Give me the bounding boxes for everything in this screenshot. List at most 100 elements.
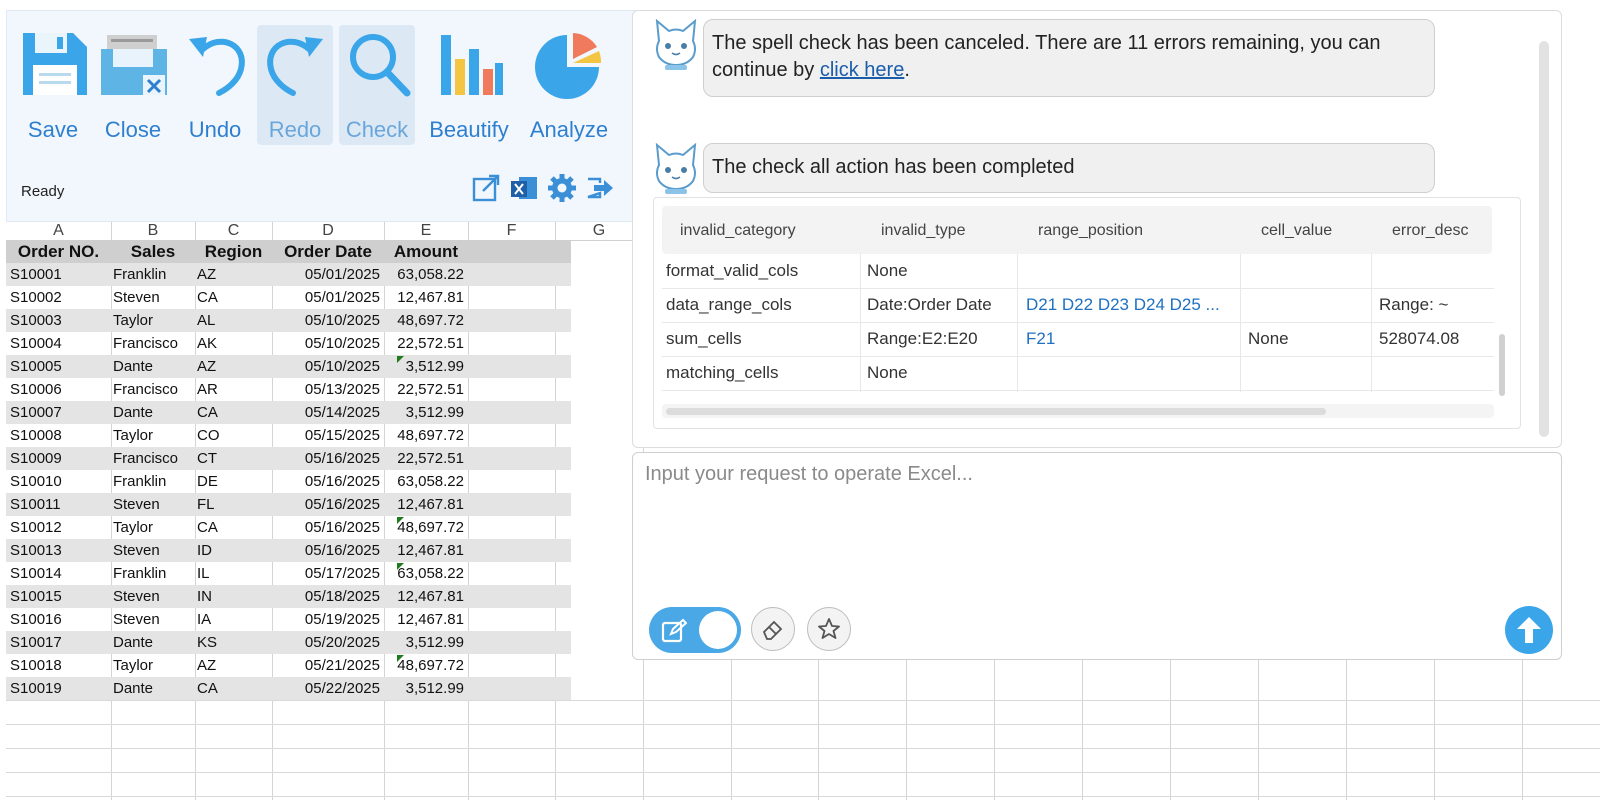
cell-sales[interactable]: Taylor — [113, 654, 195, 677]
cell-region[interactable]: CT — [197, 447, 267, 470]
cell-amount[interactable]: 12,467.81 — [384, 286, 464, 309]
table-horizontal-scrollbar[interactable] — [662, 404, 1494, 418]
cell-sales[interactable]: Franklin — [113, 562, 195, 585]
cell-region[interactable]: IN — [197, 585, 267, 608]
cell-region[interactable]: CA — [197, 677, 267, 700]
cell-sales[interactable]: Taylor — [113, 309, 195, 332]
table-horizontal-scroll-thumb[interactable] — [666, 408, 1326, 415]
cell-region[interactable]: DE — [197, 470, 267, 493]
header-order-no[interactable]: Order NO. — [6, 240, 111, 263]
cell-region[interactable]: AZ — [197, 654, 267, 677]
cell-amount[interactable]: 12,467.81 — [384, 608, 464, 631]
cell-order-date[interactable]: 05/16/2025 — [272, 470, 380, 493]
cell-amount[interactable]: 22,572.51 — [384, 447, 464, 470]
cell-region[interactable]: CA — [197, 401, 267, 424]
cell-region[interactable]: AZ — [197, 355, 267, 378]
cell-order-date[interactable]: 05/10/2025 — [272, 309, 380, 332]
cell-region[interactable]: IL — [197, 562, 267, 585]
cell-amount[interactable]: 12,467.81 — [384, 585, 464, 608]
open-external-icon[interactable] — [471, 173, 501, 203]
cell-order-date[interactable]: 05/16/2025 — [272, 447, 380, 470]
exit-icon[interactable] — [585, 173, 615, 203]
cell-order-date[interactable]: 05/19/2025 — [272, 608, 380, 631]
cell-order-no[interactable]: S10006 — [10, 378, 111, 401]
cell-sales[interactable]: Francisco — [113, 378, 195, 401]
column-header-g[interactable]: G — [555, 222, 643, 240]
cell-amount[interactable]: 22,572.51 — [384, 332, 464, 355]
cell-order-date[interactable]: 05/16/2025 — [272, 493, 380, 516]
cell-range-link[interactable]: F21 — [1026, 322, 1246, 356]
send-button[interactable] — [1505, 606, 1553, 654]
cell-order-date[interactable]: 05/16/2025 — [272, 539, 380, 562]
beautify-button[interactable]: Beautify — [429, 25, 509, 145]
cell-order-date[interactable]: 05/14/2025 — [272, 401, 380, 424]
cell-region[interactable]: IA — [197, 608, 267, 631]
cell-order-no[interactable]: S10004 — [10, 332, 111, 355]
cell-amount[interactable]: 48,697.72 — [384, 654, 464, 677]
cell-sales[interactable]: Steven — [113, 585, 195, 608]
click-here-link[interactable]: click here — [820, 59, 904, 81]
cell-region[interactable]: CA — [197, 286, 267, 309]
request-input[interactable] — [643, 461, 1547, 605]
chat-scrollbar[interactable] — [1539, 41, 1549, 437]
edit-mode-toggle[interactable] — [649, 607, 741, 653]
cell-order-no[interactable]: S10017 — [10, 631, 111, 654]
cell-amount[interactable]: 63,058.22 — [384, 263, 464, 286]
cell-order-no[interactable]: S10013 — [10, 539, 111, 562]
cell-sales[interactable]: Francisco — [113, 332, 195, 355]
cell-order-no[interactable]: S10010 — [10, 470, 111, 493]
cell-region[interactable]: AR — [197, 378, 267, 401]
cell-sales[interactable]: Steven — [113, 539, 195, 562]
redo-button[interactable]: Redo — [257, 25, 333, 145]
cell-region[interactable]: CA — [197, 516, 267, 539]
cell-amount[interactable]: 48,697.72 — [384, 516, 464, 539]
column-header-c[interactable]: C — [195, 222, 272, 240]
cell-order-no[interactable]: S10019 — [10, 677, 111, 700]
cell-order-no[interactable]: S10015 — [10, 585, 111, 608]
cell-region[interactable]: ID — [197, 539, 267, 562]
cell-amount[interactable]: 3,512.99 — [384, 677, 464, 700]
cell-order-no[interactable]: S10009 — [10, 447, 111, 470]
cell-order-date[interactable]: 05/22/2025 — [272, 677, 380, 700]
cell-order-no[interactable]: S10018 — [10, 654, 111, 677]
cell-sales[interactable]: Taylor — [113, 516, 195, 539]
cell-order-no[interactable]: S10001 — [10, 263, 111, 286]
cell-range-link[interactable]: D21 D22 D23 D24 D25 ... — [1026, 288, 1246, 322]
cell-amount[interactable]: 3,512.99 — [384, 401, 464, 424]
cell-sales[interactable]: Dante — [113, 631, 195, 654]
cell-region[interactable]: CO — [197, 424, 267, 447]
settings-gear-icon[interactable] — [547, 173, 577, 203]
cell-sales[interactable]: Dante — [113, 355, 195, 378]
cell-amount[interactable]: 63,058.22 — [384, 562, 464, 585]
cell-order-no[interactable]: S10014 — [10, 562, 111, 585]
cell-sales[interactable]: Steven — [113, 608, 195, 631]
cell-amount[interactable]: 12,467.81 — [384, 539, 464, 562]
cell-order-date[interactable]: 05/15/2025 — [272, 424, 380, 447]
cell-sales[interactable]: Steven — [113, 493, 195, 516]
cell-sales[interactable]: Francisco — [113, 447, 195, 470]
cell-order-date[interactable]: 05/10/2025 — [272, 332, 380, 355]
column-header-e[interactable]: E — [384, 222, 468, 240]
cell-order-no[interactable]: S10012 — [10, 516, 111, 539]
cell-order-no[interactable]: S10002 — [10, 286, 111, 309]
column-header-f[interactable]: F — [468, 222, 555, 240]
cell-region[interactable]: AL — [197, 309, 267, 332]
cell-order-date[interactable]: 05/21/2025 — [272, 654, 380, 677]
column-header-d[interactable]: D — [272, 222, 384, 240]
close-button[interactable]: Close — [95, 25, 171, 145]
cell-sales[interactable]: Dante — [113, 677, 195, 700]
cell-order-date[interactable]: 05/20/2025 — [272, 631, 380, 654]
header-sales[interactable]: Sales — [111, 240, 195, 263]
favorite-button[interactable] — [807, 607, 851, 651]
cell-order-date[interactable]: 05/18/2025 — [272, 585, 380, 608]
cell-order-date[interactable]: 05/10/2025 — [272, 355, 380, 378]
check-button[interactable]: Check — [339, 25, 415, 145]
undo-button[interactable]: Undo — [177, 25, 253, 145]
cell-order-no[interactable]: S10011 — [10, 493, 111, 516]
cell-order-date[interactable]: 05/16/2025 — [272, 516, 380, 539]
cell-region[interactable]: KS — [197, 631, 267, 654]
cell-amount[interactable]: 3,512.99 — [384, 355, 464, 378]
cell-order-date[interactable]: 05/17/2025 — [272, 562, 380, 585]
cell-order-no[interactable]: S10003 — [10, 309, 111, 332]
cell-amount[interactable]: 3,512.99 — [384, 631, 464, 654]
